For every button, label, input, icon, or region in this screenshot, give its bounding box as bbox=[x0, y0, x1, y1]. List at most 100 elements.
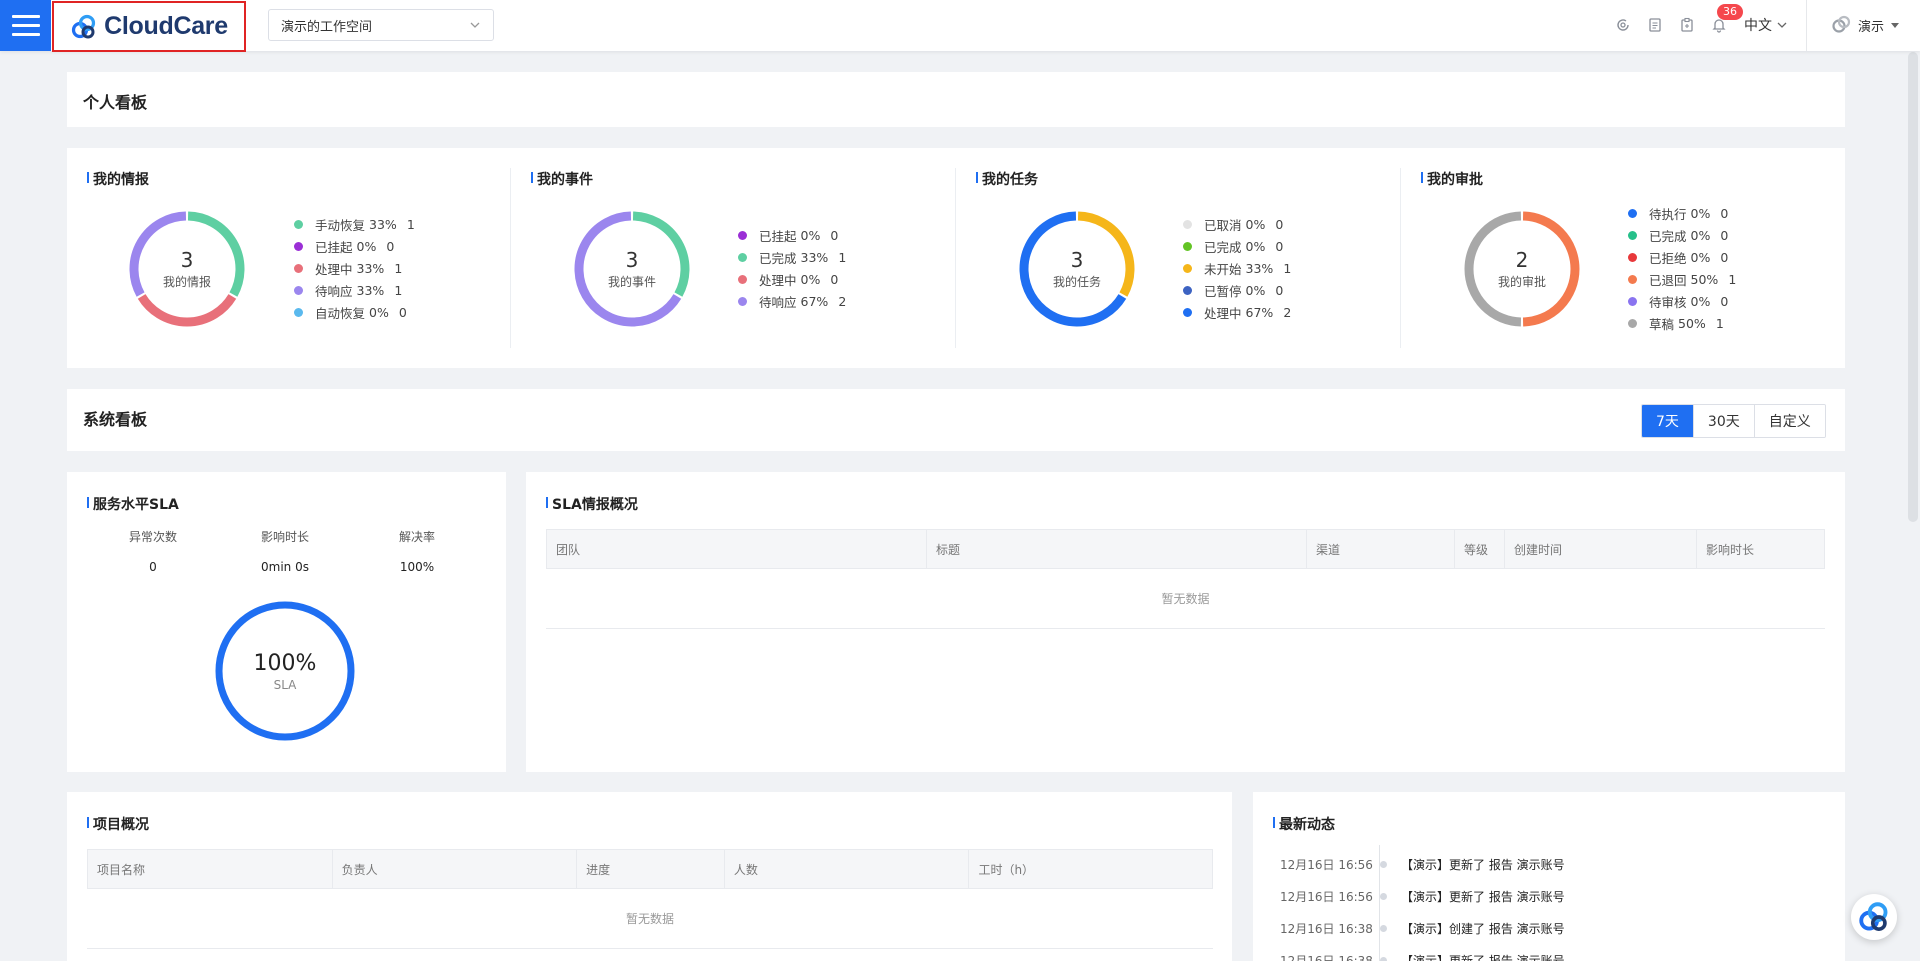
column-header-owner[interactable]: 负责人 bbox=[333, 849, 578, 889]
page-scrollbar[interactable] bbox=[1908, 52, 1918, 522]
workspace-select[interactable]: 演示的工作空间 bbox=[268, 9, 494, 41]
legend-item[interactable]: 已拒绝 0% 0 bbox=[1628, 246, 1736, 268]
legend-item[interactable]: 已完成 0% 0 bbox=[1628, 224, 1736, 246]
legend-percent: 0% bbox=[1690, 249, 1711, 265]
activity-item[interactable]: 12月16日 16:56 【演示】更新了 报告 演示账号 bbox=[1280, 848, 1565, 880]
donut-label: 我的情报 bbox=[162, 274, 211, 289]
column-header-hours[interactable]: 工时（h） bbox=[969, 849, 1212, 889]
donut-total: 3 bbox=[625, 247, 639, 272]
donut-chart-approvals[interactable]: 2 我的审批 bbox=[1463, 210, 1581, 328]
legend-percent: 0% bbox=[1690, 293, 1711, 309]
caret-down-icon bbox=[1891, 23, 1900, 28]
range-custom-button[interactable]: 自定义 bbox=[1753, 405, 1825, 437]
legend-item[interactable]: 已挂起 0% 0 bbox=[294, 235, 415, 257]
column-header-created[interactable]: 创建时间 bbox=[1505, 529, 1697, 569]
legend-item[interactable]: 已暂停 0% 0 bbox=[1183, 279, 1291, 301]
legend-label: 待执行 bbox=[1649, 206, 1687, 222]
timeline-dot bbox=[1380, 892, 1387, 900]
legend-label: 已挂起 bbox=[315, 239, 353, 255]
column-header-level[interactable]: 等级 bbox=[1455, 529, 1505, 569]
column-header-team[interactable]: 团队 bbox=[547, 529, 927, 569]
metric-label: 影响时长 bbox=[260, 530, 309, 544]
legend-percent: 33% bbox=[369, 216, 397, 232]
divider bbox=[1400, 168, 1401, 348]
donut-label: 我的事件 bbox=[607, 274, 656, 289]
legend-count: 0 bbox=[1275, 238, 1284, 254]
legend-dot bbox=[738, 230, 747, 240]
legend-item[interactable]: 自动恢复 0% 0 bbox=[294, 301, 415, 323]
legend-item[interactable]: 已完成 0% 0 bbox=[1183, 235, 1291, 257]
legend-item[interactable]: 已挂起 0% 0 bbox=[738, 224, 846, 246]
legend-item[interactable]: 处理中 0% 0 bbox=[738, 268, 846, 290]
activity-item[interactable]: 12月16日 16:38 【演示】创建了 报告 演示账号 bbox=[1280, 912, 1565, 944]
legend-label: 已暂停 bbox=[1204, 283, 1242, 299]
legend-item[interactable]: 待执行 0% 0 bbox=[1628, 202, 1736, 224]
donut-chart-intelligence[interactable]: 3 我的情报 bbox=[128, 210, 246, 328]
legend-percent: 0% bbox=[800, 271, 821, 287]
legend-label: 已挂起 bbox=[759, 228, 797, 244]
donut-total: 3 bbox=[180, 247, 194, 272]
language-select[interactable]: 中文 bbox=[1744, 15, 1788, 35]
brand-logo[interactable]: CloudCare bbox=[52, 1, 246, 52]
menu-icon-line bbox=[11, 15, 40, 18]
legend-label: 已完成 bbox=[1649, 228, 1687, 244]
legend-percent: 33% bbox=[356, 260, 385, 276]
legend-dot bbox=[294, 219, 303, 229]
activity-item[interactable]: 12月16日 16:38 【演示】更新了 报告 演示账号 bbox=[1280, 944, 1565, 961]
column-header-headcount[interactable]: 人数 bbox=[725, 849, 970, 889]
metric-value: 0min 0s bbox=[261, 560, 309, 574]
legend-label: 已退回 bbox=[1649, 272, 1687, 288]
metric-label: 异常次数 bbox=[128, 530, 177, 544]
legend-item[interactable]: 已退回 50% 1 bbox=[1628, 268, 1736, 290]
donut-label: 我的任务 bbox=[1052, 274, 1101, 289]
legend-count: 0 bbox=[1720, 205, 1729, 221]
legend-item[interactable]: 处理中 67% 2 bbox=[1183, 301, 1291, 323]
legend-count: 2 bbox=[1283, 304, 1292, 320]
legend-item[interactable]: 待审核 0% 0 bbox=[1628, 290, 1736, 312]
legend-dot bbox=[1628, 296, 1637, 306]
column-header-title[interactable]: 标题 bbox=[927, 529, 1307, 569]
legend-item[interactable]: 待响应 67% 2 bbox=[738, 290, 846, 312]
system-board-title: 系统看板 bbox=[83, 410, 148, 429]
activity-text: 【演示】创建了 报告 演示账号 bbox=[1401, 921, 1565, 936]
legend-item[interactable]: 未开始 33% 1 bbox=[1183, 257, 1291, 279]
column-header-project-name[interactable]: 项目名称 bbox=[88, 849, 333, 889]
card-title-approvals: 我的审批 bbox=[1421, 169, 1483, 189]
legend-count: 1 bbox=[1715, 315, 1724, 331]
activity-text: 【演示】更新了 报告 演示账号 bbox=[1401, 953, 1565, 961]
refresh-icon[interactable] bbox=[1614, 16, 1632, 34]
column-header-progress[interactable]: 进度 bbox=[577, 849, 725, 889]
range-7-days-button[interactable]: 7天 bbox=[1642, 405, 1693, 437]
legend-item[interactable]: 处理中 33% 1 bbox=[294, 257, 415, 279]
legend-count: 0 bbox=[1275, 282, 1284, 298]
legend-percent: 0% bbox=[1245, 282, 1266, 298]
metric-value: 100% bbox=[399, 560, 435, 574]
column-header-channel[interactable]: 渠道 bbox=[1307, 529, 1455, 569]
clipboard-icon[interactable] bbox=[1678, 16, 1696, 34]
legend-label: 处理中 bbox=[1204, 305, 1242, 321]
user-menu[interactable]: 演示 bbox=[1830, 14, 1900, 36]
donut-chart-tasks[interactable]: 3 我的任务 bbox=[1018, 210, 1136, 328]
legend-item[interactable]: 已完成 33% 1 bbox=[738, 246, 846, 268]
activity-item[interactable]: 12月16日 16:56 【演示】更新了 报告 演示账号 bbox=[1280, 880, 1565, 912]
legend-percent: 0% bbox=[356, 238, 377, 254]
menu-toggle-button[interactable] bbox=[0, 0, 51, 51]
document-icon[interactable] bbox=[1646, 16, 1664, 34]
legend-dot bbox=[738, 252, 747, 262]
legend-item[interactable]: 已取消 0% 0 bbox=[1183, 213, 1291, 235]
column-header-impact[interactable]: 影响时长 bbox=[1697, 529, 1824, 569]
system-board-header: 系统看板 bbox=[67, 389, 1845, 451]
legend-dot bbox=[294, 285, 303, 295]
legend-count: 0 bbox=[1720, 227, 1729, 243]
legend-percent: 67% bbox=[800, 293, 829, 309]
legend-item[interactable]: 待响应 33% 1 bbox=[294, 279, 415, 301]
brand-name: CloudCare bbox=[104, 12, 228, 40]
assistant-float-button[interactable] bbox=[1851, 894, 1897, 940]
donut-chart-events[interactable]: 3 我的事件 bbox=[573, 210, 691, 328]
legend-item[interactable]: 手动恢复 33% 1 bbox=[294, 213, 415, 235]
legend-item[interactable]: 草稿 50% 1 bbox=[1628, 312, 1736, 334]
range-30-days-button[interactable]: 30天 bbox=[1692, 405, 1754, 437]
notification-badge: 36 bbox=[1717, 4, 1743, 20]
card-title-intelligence: 我的情报 bbox=[87, 169, 149, 189]
legend-approvals: 待执行 0% 0 已完成 0% 0 已拒绝 0% 0 已退回 50% 1 待审核 0% 0 草稿 50% 1 bbox=[1628, 202, 1736, 334]
